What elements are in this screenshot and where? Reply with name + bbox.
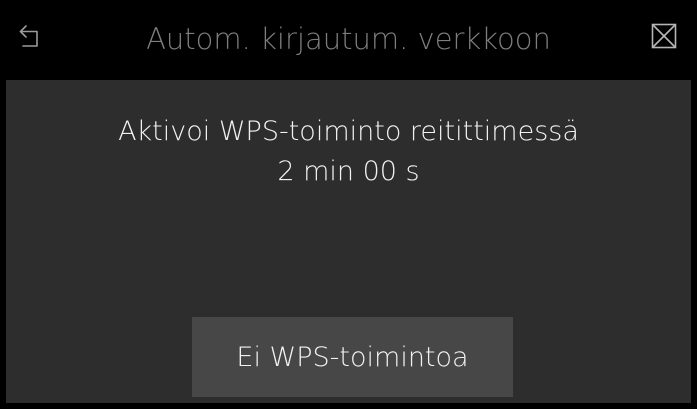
instruction-text: Aktivoi WPS-toiminto reitittimessä — [118, 116, 579, 147]
title-bar: Autom. kirjautum. verkkoon — [0, 0, 697, 78]
page-title: Autom. kirjautum. verkkoon — [146, 22, 551, 56]
close-box-icon — [651, 23, 677, 53]
close-button[interactable] — [644, 18, 684, 58]
no-wps-button[interactable]: Ei WPS-toimintoa — [192, 317, 513, 397]
wps-message: Aktivoi WPS-toiminto reitittimessä 2 min… — [6, 112, 691, 192]
back-arrow-icon — [17, 23, 43, 53]
wps-setup-screen: Autom. kirjautum. verkkoon Aktivoi WPS-t… — [0, 0, 697, 409]
back-button[interactable] — [10, 18, 50, 58]
content-panel: Aktivoi WPS-toiminto reitittimessä 2 min… — [6, 80, 691, 403]
countdown-timer: 2 min 00 s — [277, 156, 420, 187]
